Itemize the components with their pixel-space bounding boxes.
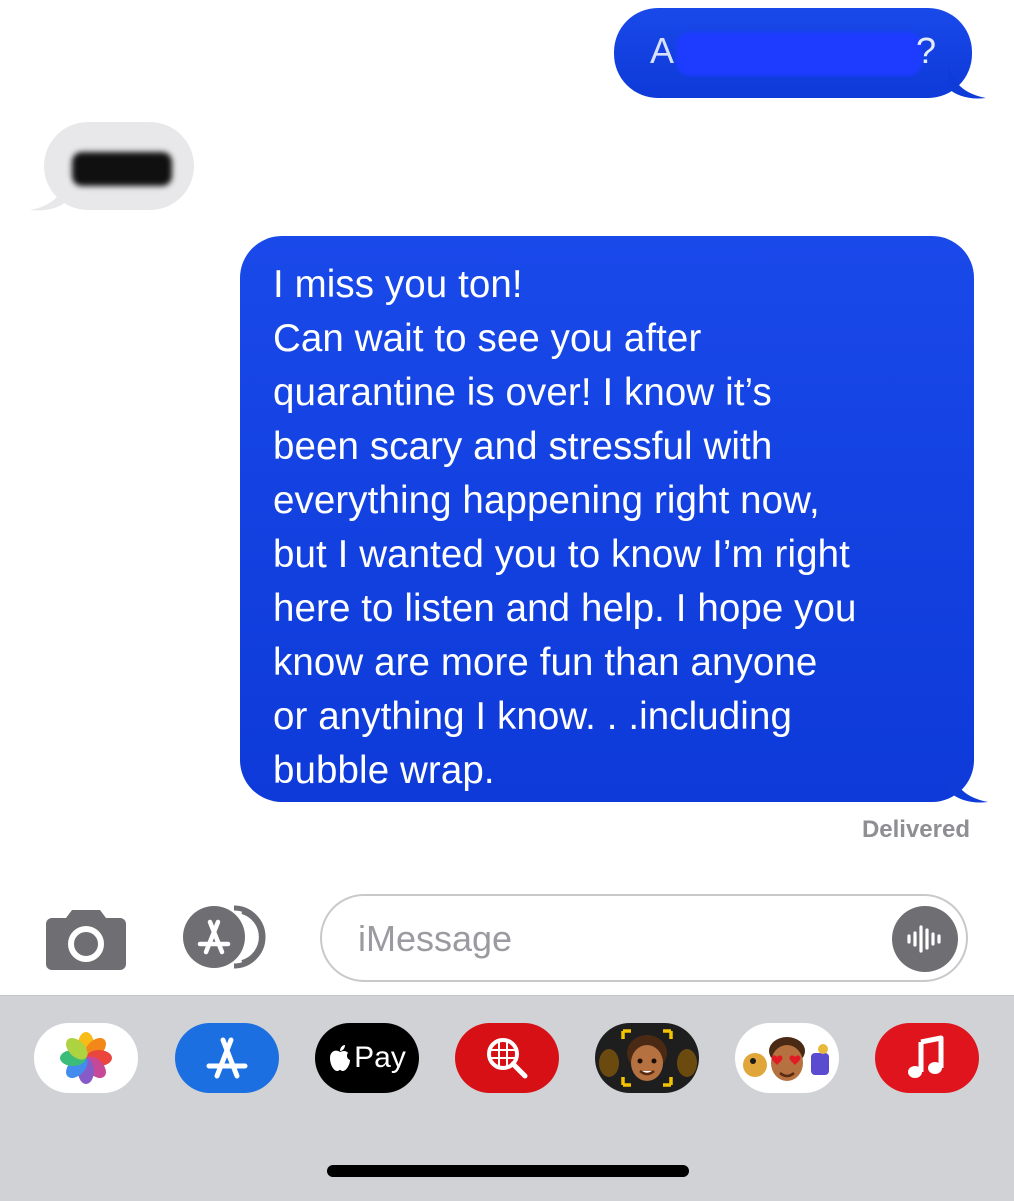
delivery-status: Delivered: [861, 816, 970, 843]
search-images-app-button[interactable]: [455, 1023, 559, 1093]
apple-logo-icon: [330, 1045, 351, 1071]
photos-flower-icon: [60, 1032, 112, 1084]
bubble-tail: [950, 768, 988, 803]
message-input[interactable]: [356, 914, 880, 964]
redaction-mark: [676, 32, 922, 76]
input-bar: [0, 880, 1014, 995]
outgoing-message-bubble[interactable]: A ?: [614, 8, 972, 98]
message-composer[interactable]: [320, 894, 968, 982]
bubble-tail: [948, 64, 986, 99]
memoji-stickers-icon: [743, 1037, 829, 1081]
redaction-mark: [72, 152, 172, 186]
music-app-button[interactable]: [875, 1023, 979, 1093]
magnifier-globe-icon: [487, 1038, 528, 1079]
photos-app-button[interactable]: [34, 1023, 138, 1093]
home-indicator[interactable]: [327, 1165, 689, 1177]
music-note-icon: [908, 1035, 944, 1078]
app-drawer: Pay: [0, 995, 1014, 1201]
message-thread: A ? I miss you ton! Can wait to see you …: [0, 0, 1014, 995]
memoji-stickers-app-button[interactable]: [735, 1023, 839, 1093]
apple-pay-label: Pay: [354, 1041, 406, 1074]
camera-icon: [46, 910, 126, 970]
message-text-start: A: [650, 30, 675, 71]
memoji-app-button[interactable]: [595, 1023, 699, 1093]
bubble-tail: [30, 176, 68, 211]
message-text-end: ?: [915, 30, 936, 71]
app-store-icon: [206, 1037, 248, 1079]
apple-pay-app-button[interactable]: Pay: [315, 1023, 419, 1093]
memoji-face-icon: [599, 1029, 697, 1087]
app-store-icon: [183, 905, 266, 969]
app-store-app-button[interactable]: [175, 1023, 279, 1093]
voice-message-button[interactable]: [892, 906, 958, 972]
outgoing-message-bubble[interactable]: I miss you ton! Can wait to see you afte…: [240, 236, 974, 802]
waveform-icon: [907, 925, 941, 953]
message-text: I miss you ton! Can wait to see you afte…: [273, 263, 857, 792]
apps-button[interactable]: [180, 902, 276, 972]
camera-button[interactable]: [44, 906, 128, 970]
